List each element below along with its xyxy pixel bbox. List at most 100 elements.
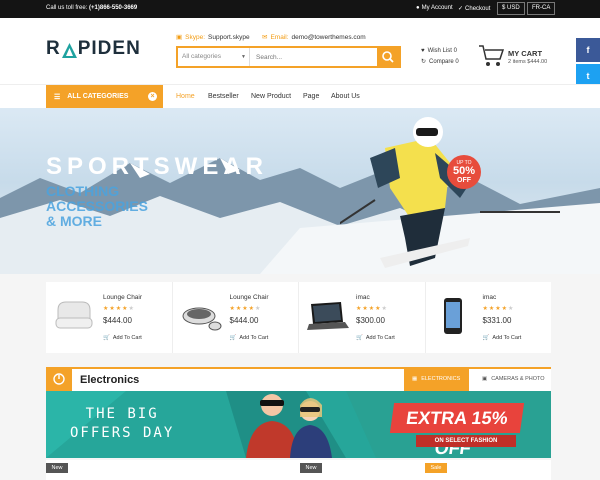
discount-badge: UP TO 50% OFF [447, 155, 481, 189]
compare-label: Compare 0 [429, 58, 459, 65]
product-rating: ★★★★★ [482, 306, 515, 312]
banner-headline: THE BIG OFFERS DAY [70, 405, 174, 443]
tab-cameras-photo[interactable]: ▣ CAMERAS & PHOTO [474, 367, 553, 391]
search-category-select[interactable]: All categories ▼ [178, 48, 250, 66]
hero-title: SPORTSWEAR [46, 153, 269, 180]
add-to-cart-label: Add To Cart [239, 335, 269, 341]
nav-item-bestseller[interactable]: Bestseller [208, 93, 239, 100]
currency-selector[interactable]: $ USD [497, 2, 525, 15]
heart-icon: ♥ [421, 48, 425, 54]
add-to-cart-label: Add To Cart [365, 335, 395, 341]
cart-icon: 🛒 [229, 335, 237, 341]
product-card[interactable]: imac ★★★★★ $300.00 🛒 Add To Cart [299, 282, 426, 353]
nav-item-new-product[interactable]: New Product [251, 93, 291, 100]
banner-line-1: THE BIG [85, 406, 159, 422]
tab-electronics-label: ELECTRONICS [421, 376, 461, 382]
main-nav: ☰ ALL CATEGORIES × Home Bestseller New P… [0, 84, 600, 108]
compare-icon: ↻ [421, 59, 427, 65]
nav-item-about-us[interactable]: About Us [331, 93, 360, 100]
new-tag: New [46, 463, 68, 473]
search-bar: All categories ▼ [176, 46, 401, 68]
banner-extra-off: EXTRA 15% OFF [389, 403, 525, 458]
add-to-cart-label: Add To Cart [492, 335, 522, 341]
checkout-label: Checkout [465, 5, 491, 12]
cart-icon [479, 45, 505, 66]
my-account-link[interactable]: ● My Account [416, 5, 453, 11]
banner-select-fashion: ON SELECT FASHION [416, 435, 516, 447]
product-card[interactable]: Lounge Chair ★★★★★ $444.00 🛒 Add To Cart [173, 282, 299, 353]
search-button[interactable] [377, 48, 399, 66]
product-name[interactable]: imac [483, 294, 497, 301]
tab-electronics[interactable]: ▦ ELECTRONICS [404, 367, 469, 391]
all-categories-button[interactable]: ☰ ALL CATEGORIES × [46, 85, 163, 108]
product-name[interactable]: Lounge Chair [103, 294, 142, 301]
add-to-cart-button[interactable]: 🛒 Add To Cart [483, 335, 522, 341]
hero-banner[interactable]: SPORTSWEAR CLOTHING ACCESSORIES & MORE U… [0, 108, 600, 274]
skype-icon: ▣ [176, 34, 183, 41]
hero-sub-line-2: ACCESSORIES [46, 198, 148, 214]
skype-value: Support.skype [208, 33, 250, 41]
banner-line-2: OFFERS DAY [70, 425, 175, 441]
section-title: Electronics [80, 374, 140, 386]
language-selector[interactable]: FR-CA [527, 2, 556, 15]
add-to-cart-label: Add To Cart [112, 335, 142, 341]
product-name[interactable]: imac [356, 294, 370, 301]
electronics-tab-icon: ▦ [412, 376, 418, 382]
lounge-chair-image [182, 307, 221, 331]
top-bar: Call us toll free: (+1)866-550-3669 ● My… [0, 0, 600, 18]
badge-percent: 50% [452, 165, 476, 177]
cart-title: MY CART [508, 49, 543, 58]
wishlist-link[interactable]: ♥ Wish List 0 [421, 48, 457, 54]
hero-sub-line-1: CLOTHING [46, 183, 120, 199]
mini-cart[interactable]: MY CART 2 items $444.00 [478, 44, 547, 73]
chevron-down-icon: ▼ [241, 54, 246, 60]
search-category-value: All categories [182, 53, 222, 60]
site-logo[interactable]: R PIDEN [46, 38, 141, 60]
cart-icon: 🛒 [356, 335, 363, 341]
sale-tag: Sale [425, 463, 447, 473]
add-to-cart-button[interactable]: 🛒 Add To Cart [103, 335, 142, 341]
power-icon [46, 367, 72, 391]
product-card[interactable]: imac ★★★★★ $331.00 🛒 Add To Cart [426, 282, 552, 353]
add-to-cart-button[interactable]: 🛒 Add To Cart [356, 335, 395, 341]
logo-text-r: R [46, 38, 61, 59]
hero-sub-line-3: & MORE [46, 213, 102, 229]
phone-number: (+1)866-550-3669 [89, 5, 138, 11]
laptop-image [307, 302, 349, 330]
skier-image [340, 117, 560, 268]
add-to-cart-button[interactable]: 🛒 Add To Cart [230, 335, 269, 341]
promo-banner[interactable]: THE BIG OFFERS DAY EXTRA 15% OFF ON SELE… [46, 391, 551, 458]
product-rating: ★★★★★ [356, 306, 388, 312]
toll-free-text: Call us toll free: (+1)866-550-3669 [46, 5, 137, 11]
new-tag: New [300, 463, 322, 473]
email-icon: ✉ [262, 34, 268, 41]
product-rating: ★★★★★ [103, 306, 135, 312]
checkout-icon: ✓ [458, 6, 464, 12]
hero-subtitle: CLOTHING ACCESSORIES & MORE [46, 184, 148, 229]
compare-link[interactable]: ↻ Compare 0 [421, 58, 459, 66]
menu-icon: ☰ [54, 93, 61, 101]
cart-summary: 2 items $444.00 [508, 59, 548, 65]
product-price: $300.00 [356, 316, 385, 325]
product-strip: Lounge Chair ★★★★★ $444.00 🛒 Add To Cart… [46, 282, 551, 353]
product-name[interactable]: Lounge Chair [230, 294, 269, 301]
phone-image [443, 298, 462, 334]
checkout-link[interactable]: ✓ Checkout [458, 5, 491, 13]
product-card[interactable]: Lounge Chair ★★★★★ $444.00 🛒 Add To Cart [46, 282, 173, 353]
logo-text-rest: PIDEN [77, 38, 141, 59]
nav-item-home[interactable]: Home [176, 93, 195, 100]
email-label: Email: [270, 33, 289, 41]
product-price: $444.00 [103, 316, 132, 325]
fashion-models-image [246, 394, 332, 458]
logo-triangle-icon [61, 42, 77, 58]
nav-item-page[interactable]: Page [303, 93, 319, 100]
email-value: demo@towerthemes.com [291, 33, 366, 41]
product-price: $444.00 [229, 316, 259, 325]
product-grid-preview [46, 460, 551, 480]
all-categories-label: ALL CATEGORIES [67, 93, 129, 100]
skype-label: Skype: [185, 33, 206, 41]
tab-cameras-label: CAMERAS & PHOTO [491, 376, 545, 382]
facebook-icon[interactable]: f [576, 38, 600, 62]
skype-contact: ▣ Skype: Support.skype [176, 33, 250, 42]
search-input[interactable] [250, 48, 377, 66]
